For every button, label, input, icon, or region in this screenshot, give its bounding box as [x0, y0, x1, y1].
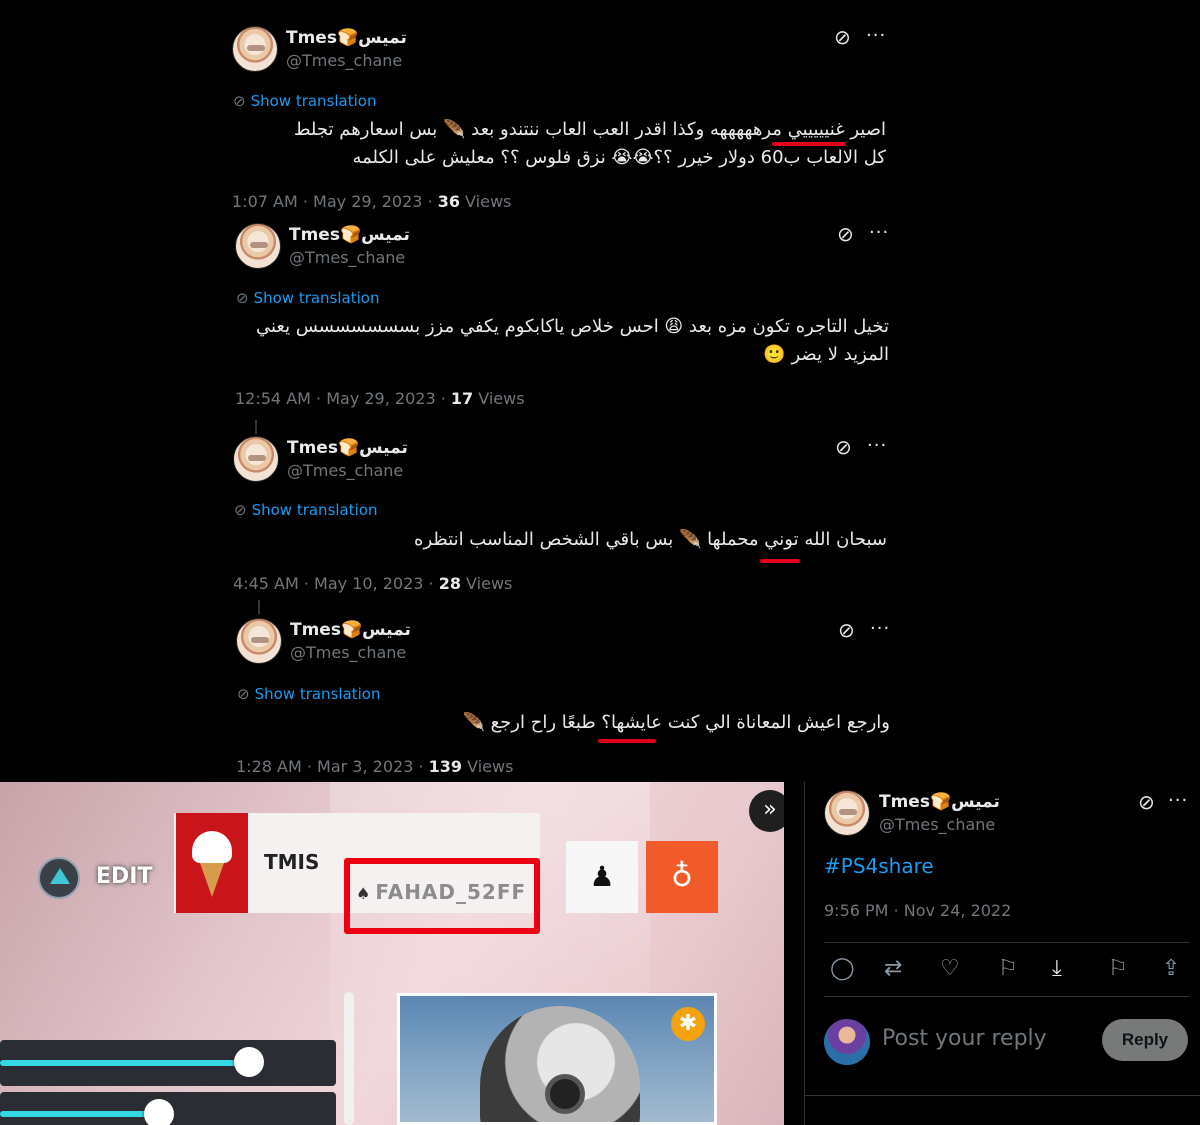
timestamp-text: 12:54 AM · May 29, 2023 · [235, 389, 451, 408]
tweet-timestamp[interactable]: 1:28 AM · Mar 3, 2023 · 139 Views [236, 757, 513, 776]
divider [824, 996, 1190, 997]
show-translation-label: Show translation [253, 289, 380, 307]
user-handle[interactable]: @Tmes_chane [289, 248, 405, 267]
avatar[interactable] [236, 618, 282, 664]
globe-icon: ⊘ [236, 289, 249, 307]
download-icon[interactable]: ⤓ [1052, 956, 1062, 981]
globe-icon: ⊘ [234, 501, 247, 519]
tweet-text-line: وارجع اعيش المعاناة الي كنت عايشها؟ طبعً… [462, 712, 890, 733]
more-icon[interactable]: ··· [866, 25, 886, 46]
views-label: Views [460, 574, 513, 593]
party-icon: ♟ [566, 841, 638, 913]
ice-cream-avatar-icon [176, 813, 248, 913]
more-icon[interactable]: ··· [870, 618, 890, 639]
reply-icon[interactable]: ◯ [830, 956, 855, 981]
views-count: 28 [438, 574, 461, 593]
grok-icon[interactable]: ⊘ [837, 222, 854, 246]
show-translation-label: Show translation [250, 92, 377, 110]
avatar[interactable] [235, 223, 281, 269]
user-handle[interactable]: @Tmes_chane [286, 51, 402, 70]
retweet-icon[interactable]: ⇄ [884, 956, 902, 981]
slider-fill [0, 1060, 249, 1066]
edit-label: EDIT [96, 864, 153, 889]
more-icon[interactable]: ··· [867, 435, 887, 456]
tweet-timestamp[interactable]: 1:07 AM · May 29, 2023 · 36 Views [232, 192, 511, 211]
hashtag-link[interactable]: #PS4share [824, 854, 934, 878]
show-translation-link[interactable]: ⊘ Show translation [234, 501, 377, 519]
tweet-text-line: سبحان الله توني محملها 🪶 بس باقي الشخص ا… [414, 529, 887, 550]
bookmark-icon[interactable]: ⚐ [998, 956, 1018, 981]
scroll-bar [344, 992, 354, 1125]
display-name[interactable]: Tmes🍞تميس [290, 620, 411, 640]
grok-icon[interactable]: ⊘ [835, 435, 852, 459]
grok-icon[interactable]: ⊘ [838, 618, 855, 642]
trophy-icon: ♁ [646, 841, 718, 913]
reply-input[interactable]: Post your reply [882, 1026, 1047, 1051]
slider-knob[interactable] [144, 1099, 174, 1125]
tweet-timestamp[interactable]: 9:56 PM · Nov 24, 2022 [824, 901, 1011, 920]
globe-icon: ⊘ [233, 92, 246, 110]
highlight-box [344, 858, 540, 934]
divider [824, 942, 1190, 943]
views-label: Views [462, 757, 514, 776]
divider [804, 782, 805, 1125]
show-translation-label: Show translation [254, 685, 381, 703]
show-translation-link[interactable]: ⊘ Show translation [237, 685, 380, 703]
game-art [397, 993, 717, 1125]
avatar[interactable] [824, 790, 870, 836]
character-lens [545, 1074, 585, 1114]
views-count: 139 [428, 757, 463, 776]
user-handle[interactable]: @Tmes_chane [290, 643, 406, 662]
views-count: 36 [437, 192, 460, 211]
avatar[interactable] [232, 26, 278, 72]
tweet-text-line: المزيد لا يضر 🙂 [763, 344, 889, 365]
thread-line [258, 600, 260, 614]
bookmark-icon[interactable]: ⚐ [1108, 956, 1128, 981]
display-name[interactable]: Tmes🍞تميس [286, 28, 407, 48]
star-badge-icon: ✱ [671, 1007, 705, 1041]
triangle-button-icon [38, 857, 80, 899]
grok-icon[interactable]: ⊘ [834, 25, 851, 49]
tweet-timestamp[interactable]: 4:45 AM · May 10, 2023 · 28 Views [233, 574, 512, 593]
tweet-timestamp[interactable]: 12:54 AM · May 29, 2023 · 17 Views [235, 389, 525, 408]
display-name[interactable]: Tmes🍞تميس [287, 438, 408, 458]
user-handle[interactable]: @Tmes_chane [287, 461, 403, 480]
tweet-text-line: كل الالعاب ب60 دولار خيرر ؟؟😭😭 نزق فلوس … [352, 147, 886, 168]
more-icon[interactable]: ··· [869, 222, 889, 243]
globe-icon: ⊘ [237, 685, 250, 703]
views-count: 17 [450, 389, 474, 408]
timestamp-text: 1:28 AM · Mar 3, 2023 · [236, 757, 429, 776]
grok-icon[interactable]: ⊘ [1138, 790, 1155, 814]
more-icon[interactable]: ··· [1168, 790, 1188, 811]
reply-button[interactable]: Reply [1102, 1019, 1188, 1061]
timestamp-text: 4:45 AM · May 10, 2023 · [233, 574, 439, 593]
slider-fill [0, 1111, 159, 1117]
share-icon[interactable]: ⇪ [1162, 956, 1180, 981]
like-icon[interactable]: ♡ [940, 956, 960, 981]
show-translation-label: Show translation [251, 501, 378, 519]
display-name[interactable]: Tmes🍞تميس [879, 792, 1000, 812]
slider-knob[interactable] [234, 1047, 264, 1077]
divider [804, 1095, 1200, 1096]
highlight-underline [760, 559, 800, 563]
tweet-text-line: اصير غنيييييي مرهههههه وكذا اقدر العب ال… [293, 119, 886, 140]
profile-name: TMIS [264, 850, 320, 874]
display-name[interactable]: Tmes🍞تميس [289, 225, 410, 245]
avatar[interactable] [233, 436, 279, 482]
views-label: Views [473, 389, 525, 408]
highlight-underline [598, 739, 656, 743]
highlight-underline [772, 142, 846, 146]
show-translation-link[interactable]: ⊘ Show translation [236, 289, 379, 307]
avatar[interactable] [824, 1019, 870, 1065]
tweet-text-line: تخيل التاجره تكون مزه بعد 😩 احس خلاص ياك… [255, 316, 889, 337]
show-translation-link[interactable]: ⊘ Show translation [233, 92, 376, 110]
timestamp-text: 1:07 AM · May 29, 2023 · [232, 192, 438, 211]
thread-line [255, 420, 257, 434]
views-label: Views [459, 192, 512, 211]
user-handle[interactable]: @Tmes_chane [879, 815, 995, 834]
